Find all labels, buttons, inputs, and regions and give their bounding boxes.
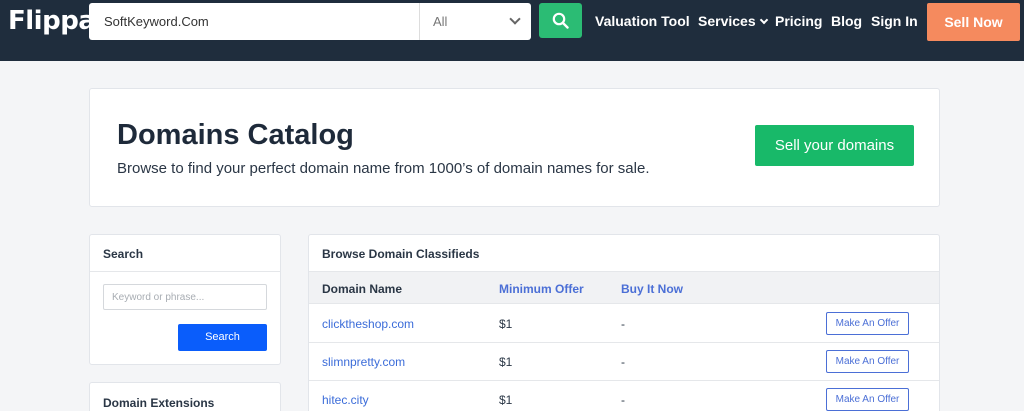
category-select-value: All (433, 14, 448, 29)
keyword-input[interactable] (103, 284, 267, 310)
chevron-down-icon (759, 15, 768, 25)
make-an-offer-button[interactable]: Make An Offer (826, 312, 909, 335)
classifieds-title: Browse Domain Classifieds (322, 247, 480, 261)
catalog-header-card: Domains Catalog Browse to find your perf… (89, 88, 940, 207)
sidebar-search-panel: Search Search (89, 234, 281, 365)
domain-extensions-panel: Domain Extensions (89, 382, 281, 411)
sell-now-button[interactable]: Sell Now (927, 3, 1020, 41)
top-nav-bar: Flippa All Valuation Tool Services Prici… (0, 0, 1024, 61)
column-minimum-offer[interactable]: Minimum Offer (499, 282, 584, 296)
sell-your-domains-button[interactable]: Sell your domains (755, 125, 914, 166)
minimum-offer-value: $1 (499, 355, 513, 369)
global-search: All (89, 3, 531, 40)
buy-it-now-value: - (621, 317, 625, 331)
buy-it-now-value: - (621, 355, 625, 369)
nav-pricing[interactable]: Pricing (775, 13, 822, 29)
nav-blog[interactable]: Blog (831, 13, 862, 29)
table-header: Domain Name Minimum Offer Buy It Now (309, 271, 939, 304)
sidebar-search-button[interactable]: Search (178, 324, 267, 351)
domain-link[interactable]: hitec.city (322, 393, 369, 407)
extensions-panel-title: Domain Extensions (103, 396, 215, 410)
panel-divider (90, 271, 280, 272)
nav-sign-in[interactable]: Sign In (871, 13, 918, 29)
domain-link[interactable]: slimnpretty.com (322, 355, 405, 369)
category-select[interactable]: All (420, 3, 531, 40)
table-row: hitec.city $1 - Make An Offer (309, 381, 939, 411)
search-panel-title: Search (103, 247, 144, 261)
make-an-offer-button[interactable]: Make An Offer (826, 388, 909, 411)
search-icon (552, 12, 569, 29)
column-domain-name: Domain Name (322, 282, 403, 296)
minimum-offer-value: $1 (499, 317, 513, 331)
search-button[interactable] (539, 3, 582, 38)
make-an-offer-button[interactable]: Make An Offer (826, 350, 909, 373)
search-input[interactable] (89, 3, 419, 40)
table-row: clicktheshop.com $1 - Make An Offer (309, 305, 939, 343)
page-title: Domains Catalog (117, 119, 354, 151)
nav-valuation-tool[interactable]: Valuation Tool (595, 13, 690, 29)
page-subtitle: Browse to find your perfect domain name … (117, 160, 650, 177)
chevron-down-icon (509, 13, 521, 25)
buy-it-now-value: - (621, 393, 625, 407)
domain-classifieds-panel: Browse Domain Classifieds Domain Name Mi… (308, 234, 940, 411)
nav-services-label: Services (698, 13, 756, 29)
column-buy-it-now[interactable]: Buy It Now (621, 282, 683, 296)
table-row: slimnpretty.com $1 - Make An Offer (309, 343, 939, 381)
nav-services[interactable]: Services (698, 13, 768, 29)
minimum-offer-value: $1 (499, 393, 513, 407)
flippa-logo[interactable]: Flippa (8, 6, 96, 36)
domain-link[interactable]: clicktheshop.com (322, 317, 414, 331)
